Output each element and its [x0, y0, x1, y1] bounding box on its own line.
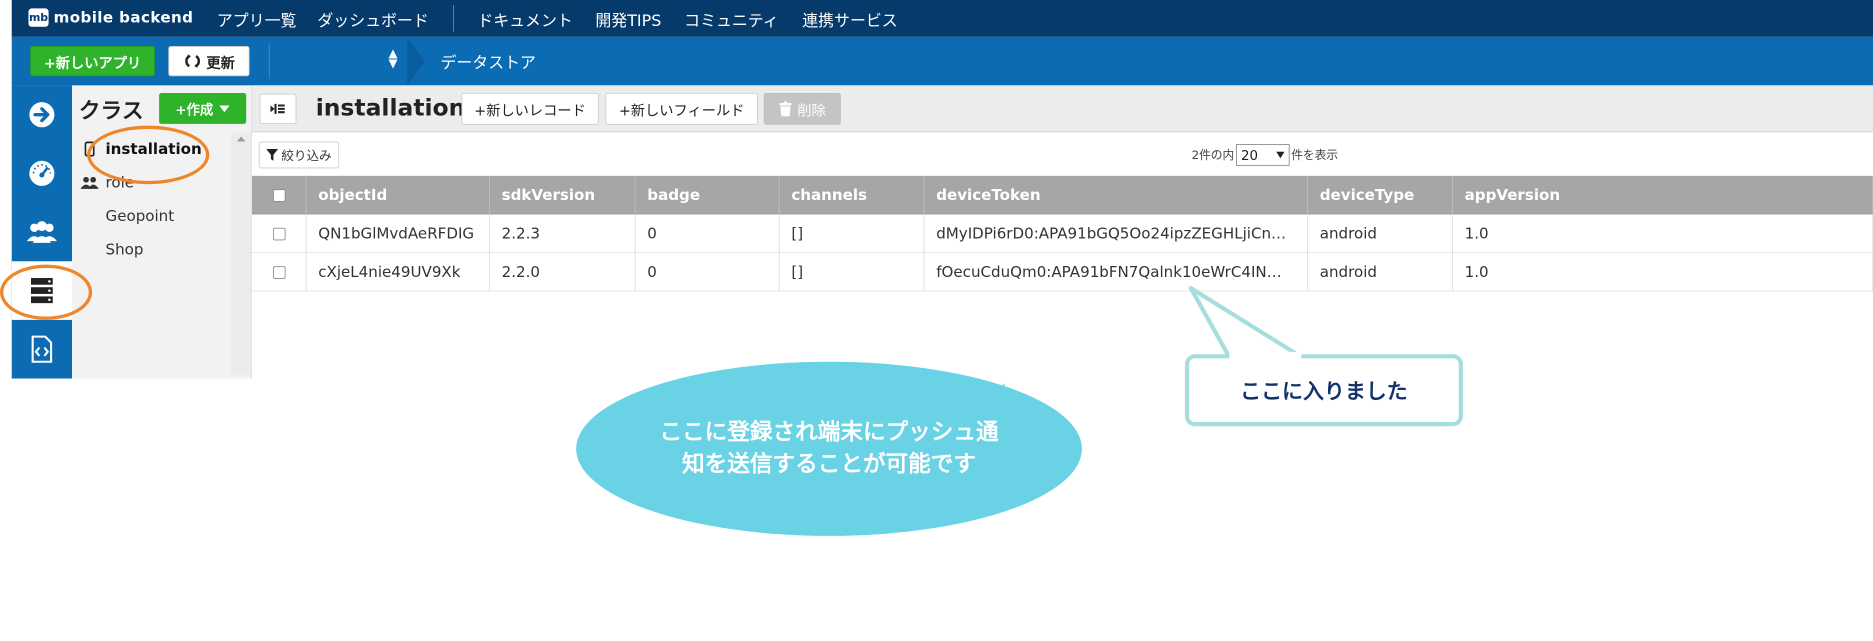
annotation-pointers — [858, 285, 1309, 482]
callout-box: ここに入りました — [1184, 354, 1463, 427]
highlight-ring-installation — [87, 125, 210, 185]
speech-bubble: ここに登録され端末にプッシュ通知を送信することが可能です — [576, 361, 1082, 536]
speech-bubble-text: ここに登録され端末にプッシュ通知を送信することが可能です — [659, 419, 999, 478]
highlight-ring-datastore — [0, 264, 93, 320]
callout-pointer — [1188, 285, 1309, 363]
page: mb mobile backend アプリ一覧 ダッシュボード ドキュメント 開… — [0, 0, 1873, 641]
callout-pointer-mask — [1229, 351, 1302, 361]
app-window: mb mobile backend アプリ一覧 ダッシュボード ドキュメント 開… — [0, 0, 1873, 641]
